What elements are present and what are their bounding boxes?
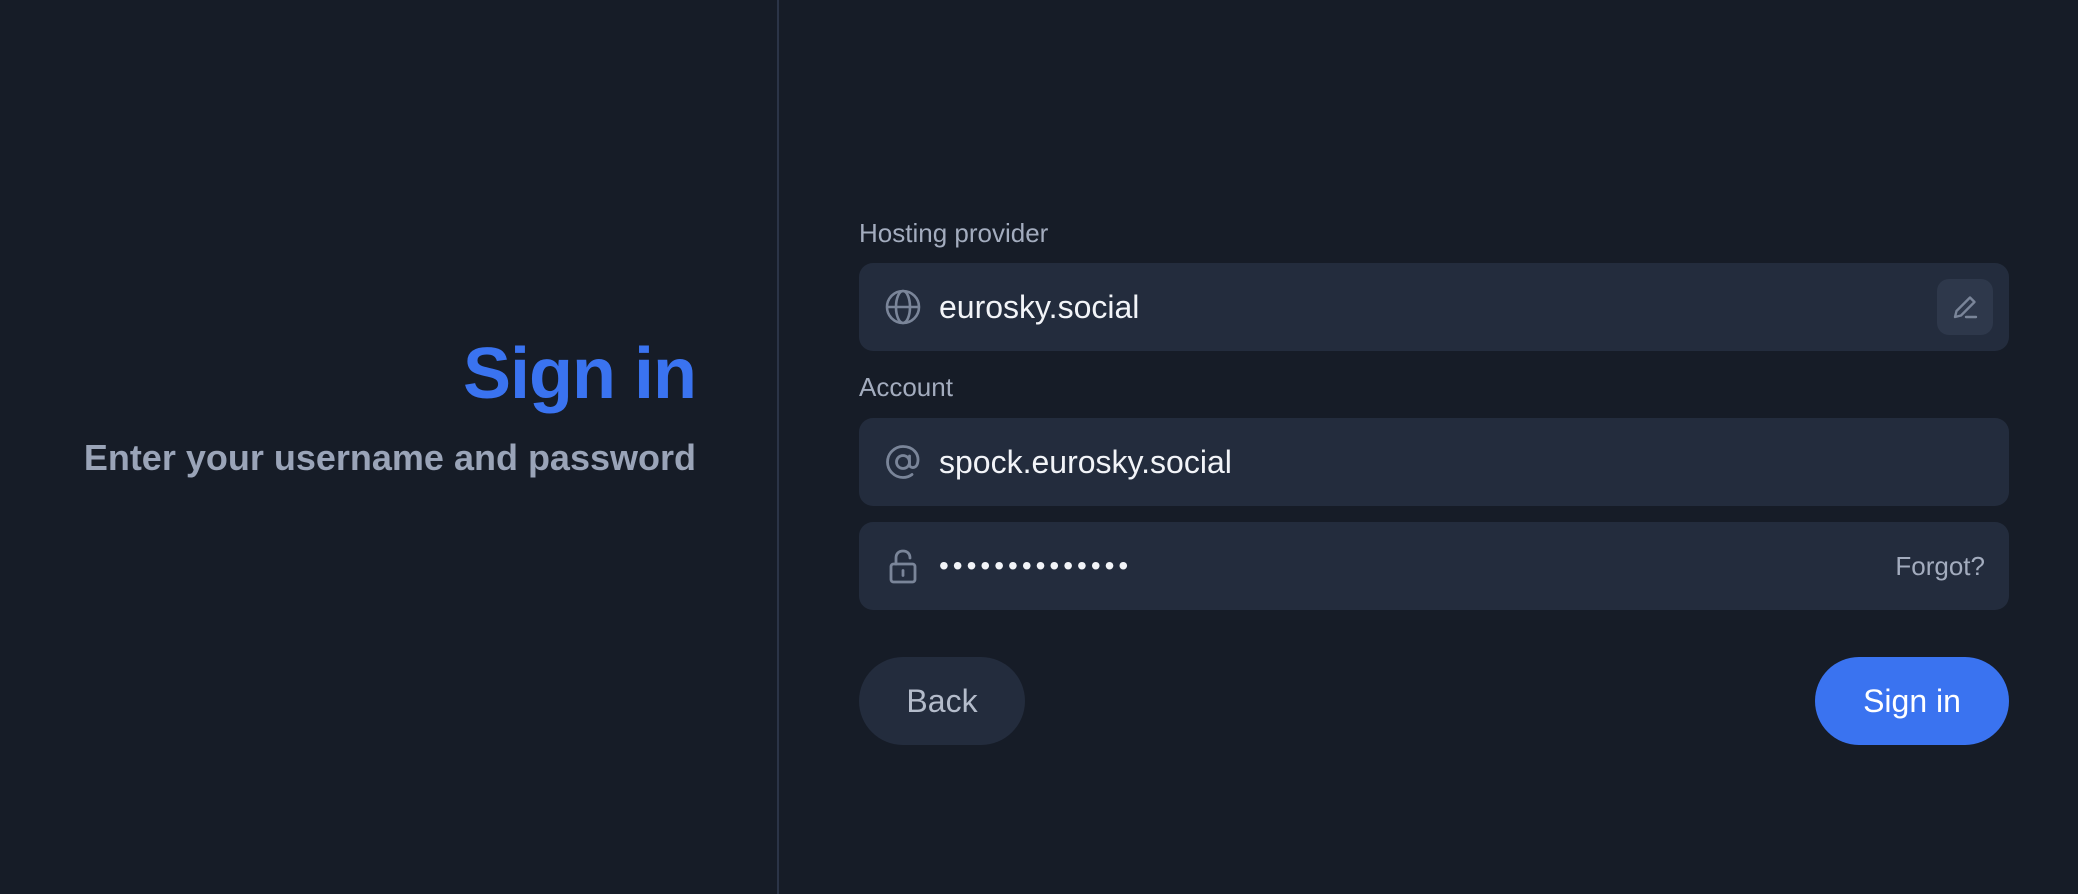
account-label: Account: [859, 372, 953, 402]
edit-hosting-provider-button[interactable]: [1937, 279, 1993, 335]
hosting-provider-value: eurosky.social: [939, 289, 1140, 325]
page-title: Sign in: [463, 334, 697, 414]
page-subtitle: Enter your username and password: [83, 437, 696, 478]
pencil-icon: [1949, 291, 1981, 323]
account-value: spock.eurosky.social: [939, 444, 1232, 480]
lock-icon: [883, 546, 923, 586]
sign-in-button[interactable]: Sign in: [1815, 657, 2009, 745]
hosting-provider-label: Hosting provider: [859, 218, 1049, 248]
password-field[interactable]: •••••••••••••• Forgot?: [859, 522, 2009, 610]
account-field[interactable]: spock.eurosky.social: [859, 418, 2009, 506]
forgot-password-link[interactable]: Forgot?: [1895, 522, 1985, 610]
password-value: ••••••••••••••: [939, 550, 1133, 581]
panel-divider: [777, 0, 779, 894]
sign-in-form: Hosting provider eurosky.social Account …: [859, 0, 2009, 894]
globe-icon: [883, 287, 923, 327]
intro-panel: Sign in Enter your username and password: [0, 0, 777, 894]
sign-in-page: Sign in Enter your username and password…: [0, 0, 2078, 894]
back-button[interactable]: Back: [859, 657, 1025, 745]
hosting-provider-field[interactable]: eurosky.social: [859, 263, 2009, 351]
at-sign-icon: [883, 442, 923, 482]
